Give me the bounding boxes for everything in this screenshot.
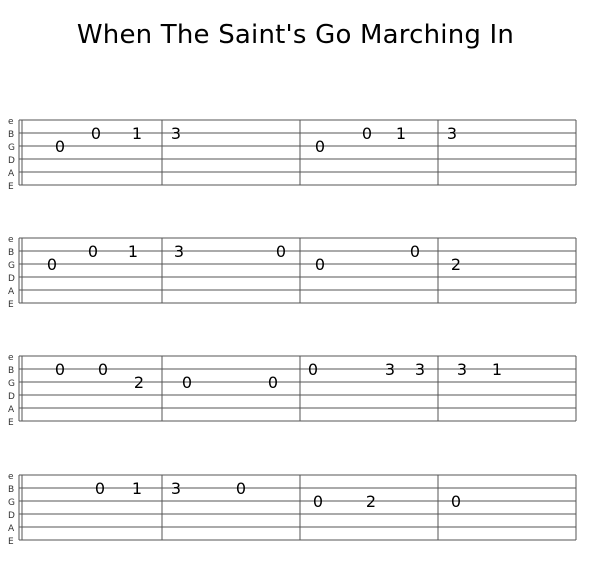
string-label: E xyxy=(8,182,14,192)
string-label: A xyxy=(8,405,15,415)
fret-number: 0 xyxy=(47,255,57,274)
fret-number: 0 xyxy=(98,360,108,379)
string-label: A xyxy=(8,287,15,297)
fret-number: 2 xyxy=(134,373,144,392)
fret-number: 1 xyxy=(128,242,138,261)
fret-number: 0 xyxy=(315,255,325,274)
fret-number: 3 xyxy=(447,124,457,143)
fret-number: 0 xyxy=(55,360,65,379)
fret-number: 0 xyxy=(55,137,65,156)
guitar-tablature: eBGDAE00 1 300 1 3eBGDAE00 1 3 0002eBGDAE0 02 0 00… xyxy=(8,117,577,547)
string-label: E xyxy=(8,300,14,310)
fret-number: 0 xyxy=(276,242,286,261)
fret-number: 0 xyxy=(91,124,101,143)
string-label: B xyxy=(8,485,14,495)
fret-number: 0 xyxy=(182,373,192,392)
string-label: G xyxy=(8,498,15,508)
fret-number: 0 xyxy=(410,242,420,261)
string-label: E xyxy=(8,537,14,547)
fret-number: 0 xyxy=(268,373,278,392)
fret-number: 0 xyxy=(313,492,323,511)
string-label: E xyxy=(8,418,14,428)
string-label: G xyxy=(8,261,15,271)
string-label: D xyxy=(8,274,15,284)
string-label: D xyxy=(8,392,15,402)
fret-number: 3 xyxy=(171,124,181,143)
fret-number: 3 xyxy=(457,360,467,379)
string-label: e xyxy=(8,235,14,245)
fret-number: 0 xyxy=(308,360,318,379)
string-label: A xyxy=(8,524,15,534)
fret-number: 0 xyxy=(315,137,325,156)
fret-number: 3 xyxy=(174,242,184,261)
string-label: A xyxy=(8,169,15,179)
fret-number: 1 xyxy=(132,124,142,143)
string-label: D xyxy=(8,156,15,166)
string-label: e xyxy=(8,117,14,127)
string-label: e xyxy=(8,353,14,363)
string-label: B xyxy=(8,130,14,140)
string-label: B xyxy=(8,366,14,376)
string-label: B xyxy=(8,248,14,258)
fret-number: 0 xyxy=(451,492,461,511)
string-label: G xyxy=(8,379,15,389)
fret-number: 2 xyxy=(366,492,376,511)
string-label: D xyxy=(8,511,15,521)
tab-staff: eBGDAE 0 0 1 3 0 0 1 3 xyxy=(8,117,577,192)
string-label: G xyxy=(8,143,15,153)
tab-staff: eBGDAE 0 0 2 0 0 0 3 3 3 1 xyxy=(8,353,577,428)
tab-staff: eBGDAE 0 0 1 3 0 0 0 2 xyxy=(8,235,577,310)
fret-number: 2 xyxy=(451,255,461,274)
string-label: e xyxy=(8,472,14,482)
fret-number: 1 xyxy=(492,360,502,379)
fret-number: 0 xyxy=(88,242,98,261)
fret-number: 0 xyxy=(362,124,372,143)
fret-number: 1 xyxy=(132,479,142,498)
fret-number: 3 xyxy=(171,479,181,498)
tab-staff: eBGDAE 0 1 3 0 0 2 0 xyxy=(8,472,577,547)
fret-number: 3 xyxy=(385,360,395,379)
fret-number: 0 xyxy=(236,479,246,498)
fret-number: 1 xyxy=(396,124,406,143)
fret-number: 3 xyxy=(415,360,425,379)
fret-number: 0 xyxy=(95,479,105,498)
